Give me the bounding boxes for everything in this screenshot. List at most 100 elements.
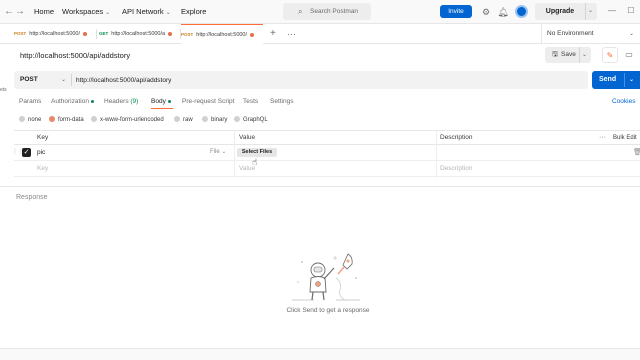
active-tab-indicator xyxy=(151,108,173,109)
send-button[interactable]: Send ⌄ xyxy=(592,71,640,89)
radio-circle xyxy=(174,115,180,122)
status-dot-icon xyxy=(90,99,94,103)
tab-tests[interactable]: Tests xyxy=(243,97,258,107)
chevron-down-icon: ⌄ xyxy=(221,149,227,155)
key-type-select[interactable]: File ⌄ xyxy=(210,145,226,160)
top-nav-bar: ← → Home Workspaces ⌄ API Network ⌄ Explor… xyxy=(0,0,640,24)
radio-label: none xyxy=(28,117,42,123)
environment-label: No Environment xyxy=(547,30,594,37)
tab-body[interactable]: Body xyxy=(151,97,171,107)
radio-circle xyxy=(202,115,208,122)
invite-button[interactable]: Invite xyxy=(440,5,472,18)
more-tabs-icon[interactable]: ··· xyxy=(287,28,296,40)
tab-authorization-label: Authorization xyxy=(51,98,89,105)
row-enabled-checkbox[interactable]: ✓ xyxy=(22,148,31,157)
notification-bell-icon[interactable]: 🔔︎ xyxy=(497,6,509,18)
radio-circle xyxy=(234,115,240,122)
header-description: Description xyxy=(440,134,473,141)
nav-api-network-label: API Network xyxy=(122,7,164,16)
header-value: Value xyxy=(239,134,256,141)
new-key-input[interactable]: Key xyxy=(37,161,48,176)
minimize-icon[interactable]: — xyxy=(606,5,618,17)
chevron-down-icon[interactable]: ⌄ xyxy=(629,71,634,89)
avatar[interactable] xyxy=(515,5,528,18)
new-value-input[interactable]: Value xyxy=(239,161,255,176)
nav-home[interactable]: Home xyxy=(34,7,54,17)
tab-label: http://localhost:5000/ xyxy=(29,31,81,37)
chevron-down-icon: ⌄ xyxy=(165,10,171,16)
tab-params[interactable]: Params xyxy=(19,97,41,107)
forward-arrow-icon[interactable]: → xyxy=(14,6,26,18)
table-row-empty: Key Value Description xyxy=(14,161,640,177)
unsaved-dot-icon xyxy=(83,31,88,36)
request-tab[interactable]: POST http://localhost:5000/ xyxy=(14,24,96,44)
url-bar: POST ⌄ xyxy=(14,71,588,89)
tab-method: POST xyxy=(14,31,27,36)
request-tab-active[interactable]: POST http://localhost:5000/ xyxy=(181,24,263,44)
chevron-down-icon[interactable]: ⌄ xyxy=(61,71,66,89)
key-cell[interactable]: pic xyxy=(37,145,45,160)
radio-circle xyxy=(49,115,55,122)
nav-api-network[interactable]: API Network ⌄ xyxy=(122,7,171,18)
chevron-down-icon[interactable]: ⌄ xyxy=(588,3,593,20)
save-icon: 🖫︎ xyxy=(552,51,558,58)
tab-method: GET xyxy=(99,31,109,36)
chevron-down-icon: ⌄ xyxy=(628,31,634,37)
request-title[interactable]: http://localhost:5000/api/addstory xyxy=(20,51,130,61)
method-select[interactable]: POST xyxy=(20,71,38,89)
form-data-table: Key Value Description ··· Bulk Edit ⋮⋮ ✓… xyxy=(12,130,640,178)
upgrade-divider xyxy=(585,3,586,20)
chevron-down-icon[interactable]: ⌄ xyxy=(582,47,587,63)
chevron-down-icon: ⌄ xyxy=(105,10,111,16)
search-input[interactable]: ⌕ Search Postman xyxy=(283,3,371,20)
request-tab[interactable]: GET http://localhost:5000/a xyxy=(99,24,179,44)
restore-icon[interactable]: ☐ xyxy=(625,5,637,17)
save-divider xyxy=(579,47,580,63)
send-divider xyxy=(624,73,625,87)
bulk-edit-link[interactable]: Bulk Edit xyxy=(613,131,637,145)
search-icon: ⌕ xyxy=(298,7,303,16)
column-divider xyxy=(234,130,235,178)
radio-label: binary xyxy=(211,117,228,123)
tab-prerequest-script[interactable]: Pre-request Script xyxy=(182,97,234,107)
status-dot-icon xyxy=(167,99,171,103)
settings-gear-icon[interactable]: ⚙ xyxy=(480,6,492,18)
radio-none[interactable]: none xyxy=(19,115,41,125)
table-header: Key Value Description ··· Bulk Edit xyxy=(14,130,640,145)
radio-form-data[interactable]: form-data xyxy=(49,115,84,125)
request-title-row: http://localhost:5000/api/addstory 🖫︎ Sa… xyxy=(0,44,640,68)
cookies-link[interactable]: Cookies xyxy=(612,97,635,107)
tab-body-label: Body xyxy=(151,98,166,105)
edit-pencil-icon[interactable]: ✎ xyxy=(602,47,618,63)
add-tab-icon[interactable]: + xyxy=(270,28,276,40)
radio-circle xyxy=(91,115,97,122)
comment-icon[interactable]: ▭ xyxy=(621,47,637,63)
radio-label: x-www-form-urlencoded xyxy=(100,117,164,123)
key-type-label: File xyxy=(210,149,220,155)
header-key: Key xyxy=(37,134,49,141)
radio-binary[interactable]: binary xyxy=(202,115,227,125)
url-input[interactable] xyxy=(76,71,526,89)
tab-divider xyxy=(96,29,97,39)
new-description-input[interactable]: Description xyxy=(440,161,473,176)
more-options-icon[interactable]: ··· xyxy=(599,131,606,144)
upgrade-button[interactable]: Upgrade ⌄ xyxy=(535,3,597,20)
radio-graphql[interactable]: GraphQL xyxy=(234,115,268,125)
column-divider xyxy=(436,130,437,178)
trash-icon[interactable]: 🗑︎ xyxy=(633,145,640,160)
nav-explore[interactable]: Explore xyxy=(181,7,206,17)
select-files-button[interactable]: Select Files xyxy=(237,148,277,157)
tab-label: http://localhost:5000/a xyxy=(111,31,166,37)
save-button[interactable]: 🖫︎ Save ⌄ xyxy=(545,47,591,63)
tab-headers[interactable]: Headers (9) xyxy=(104,97,138,107)
tab-settings[interactable]: Settings xyxy=(270,97,294,107)
radio-circle xyxy=(19,115,25,122)
tab-authorization[interactable]: Authorization xyxy=(51,97,94,107)
unsaved-dot-icon xyxy=(250,32,255,37)
search-placeholder: Search Postman xyxy=(310,8,359,15)
environment-select[interactable]: No Environment ⌄ xyxy=(541,24,640,44)
radio-x-www-form-urlencoded[interactable]: x-www-form-urlencoded xyxy=(91,115,164,125)
pane-divider[interactable] xyxy=(0,186,640,187)
nav-workspaces[interactable]: Workspaces ⌄ xyxy=(62,7,110,18)
radio-raw[interactable]: raw xyxy=(174,115,193,125)
